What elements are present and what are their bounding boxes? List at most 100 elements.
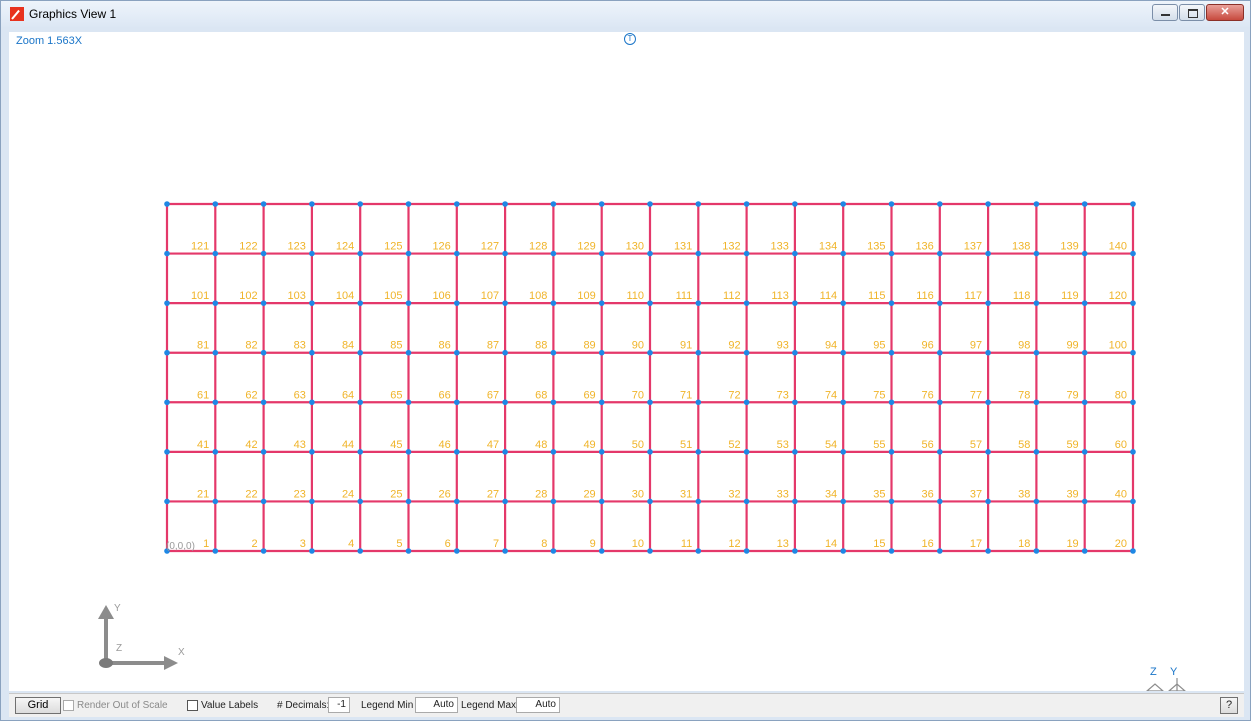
element-label: 36 xyxy=(922,488,934,500)
title-bar[interactable]: Graphics View 1 xyxy=(1,1,1250,27)
element-label: 22 xyxy=(245,488,257,500)
mesh-node xyxy=(550,548,557,554)
mesh-node xyxy=(937,349,943,356)
element-label: 139 xyxy=(1060,241,1078,253)
mesh-node xyxy=(1033,548,1040,554)
mesh-node xyxy=(454,449,460,455)
mesh-node xyxy=(647,399,653,406)
bottom-toolbar: Grid Render Out of Scale Value Labels # … xyxy=(9,693,1244,717)
mesh-node xyxy=(937,250,943,257)
close-button[interactable] xyxy=(1206,4,1244,21)
mesh-node xyxy=(1130,201,1136,207)
element-label: 140 xyxy=(1109,241,1127,253)
element-label: 101 xyxy=(191,290,209,302)
grid-button[interactable]: Grid xyxy=(15,697,61,714)
mesh-node xyxy=(1033,498,1040,505)
element-label: 23 xyxy=(294,488,306,500)
element-label: 113 xyxy=(771,290,789,302)
element-label: 17 xyxy=(970,538,982,550)
graphics-canvas[interactable]: Zoom 1.563X T 1 2 3 4 5 6 7 8 9 10 11 12 13 14 15 16 17 1… xyxy=(9,32,1244,691)
element-label: 27 xyxy=(487,488,499,500)
mesh-node xyxy=(840,548,846,554)
mesh-node xyxy=(1033,250,1040,257)
mesh-node xyxy=(743,250,750,257)
value-labels-checkbox[interactable] xyxy=(187,700,198,711)
mesh-node xyxy=(1081,201,1088,207)
element-label: 123 xyxy=(288,241,306,253)
maximize-button[interactable] xyxy=(1179,4,1205,21)
y-axis-arrowhead xyxy=(98,605,114,619)
mesh-node xyxy=(695,449,702,455)
element-label: 85 xyxy=(390,340,402,352)
element-label: 129 xyxy=(577,241,595,253)
element-label: 103 xyxy=(288,290,306,302)
mesh-node xyxy=(840,300,846,306)
minimize-button[interactable] xyxy=(1152,4,1178,21)
mesh-node xyxy=(164,498,170,505)
render-out-of-scale-label: Render Out of Scale xyxy=(77,700,168,711)
element-label: 121 xyxy=(191,241,209,253)
legend-min-input[interactable]: Auto xyxy=(415,697,458,713)
legend-max-input[interactable]: Auto xyxy=(516,697,560,713)
decimals-input[interactable]: -1 xyxy=(328,697,350,713)
element-label: 79 xyxy=(1066,389,1078,401)
mesh-node xyxy=(985,399,991,406)
element-label: 82 xyxy=(245,340,257,352)
element-label: 60 xyxy=(1115,439,1127,451)
element-label: 115 xyxy=(868,290,886,302)
mesh-node xyxy=(985,250,991,257)
mesh-node xyxy=(888,300,895,306)
mesh-node xyxy=(260,300,267,306)
element-label: 12 xyxy=(728,538,740,550)
element-label: 119 xyxy=(1061,290,1079,302)
mesh-node xyxy=(212,250,219,257)
mesh-node xyxy=(888,201,895,207)
element-label: 88 xyxy=(535,340,547,352)
element-label: 68 xyxy=(535,389,547,401)
element-label: 133 xyxy=(771,241,789,253)
element-label: 67 xyxy=(487,389,499,401)
element-label: 40 xyxy=(1115,488,1127,500)
element-label: 102 xyxy=(239,290,257,302)
element-label: 21 xyxy=(197,488,209,500)
mesh-node xyxy=(792,300,798,306)
graphics-view-window: Graphics View 1 Zoom 1.563X T 1234567891… xyxy=(0,0,1251,721)
view-cube-left xyxy=(1146,683,1164,691)
mesh-node xyxy=(598,399,605,406)
mesh-node xyxy=(888,399,895,406)
element-label: 56 xyxy=(922,439,934,451)
element-label: 20 xyxy=(1115,538,1127,550)
mesh-node xyxy=(888,349,895,356)
element-label: 114 xyxy=(820,290,838,302)
element-label: 126 xyxy=(432,241,450,253)
decimals-label: # Decimals: xyxy=(277,700,330,711)
element-label: 62 xyxy=(245,389,257,401)
element-label: 95 xyxy=(873,340,885,352)
element-label: 99 xyxy=(1066,340,1078,352)
mesh-node xyxy=(357,250,364,257)
element-label: 78 xyxy=(1018,389,1030,401)
element-label: 76 xyxy=(922,389,934,401)
mesh-node xyxy=(743,300,750,306)
render-out-of-scale-checkbox[interactable] xyxy=(63,700,74,711)
element-label: 32 xyxy=(728,488,740,500)
mesh-node xyxy=(743,449,750,455)
element-label: 34 xyxy=(825,488,837,500)
corner-z-label: Z xyxy=(1150,666,1157,678)
element-label: 94 xyxy=(825,340,837,352)
element-label: 110 xyxy=(626,290,644,302)
mesh-node xyxy=(695,300,702,306)
element-label: 18 xyxy=(1018,538,1030,550)
mesh-node xyxy=(357,349,364,356)
mesh-node xyxy=(454,548,460,554)
element-label: 47 xyxy=(487,439,499,451)
mesh-node xyxy=(309,349,315,356)
element-label: 52 xyxy=(728,439,740,451)
value-labels-label: Value Labels xyxy=(201,700,259,711)
element-label: 87 xyxy=(487,340,499,352)
element-label: 8 xyxy=(541,538,547,550)
mesh-node xyxy=(550,399,557,406)
mesh-view[interactable]: 1 2 3 4 5 6 7 8 9 10 11 12 13 14 15 16 17 18 19 2021 22 23 24 2… xyxy=(9,32,1244,691)
mesh-node xyxy=(357,498,364,505)
help-button[interactable]: ? xyxy=(1220,697,1238,714)
